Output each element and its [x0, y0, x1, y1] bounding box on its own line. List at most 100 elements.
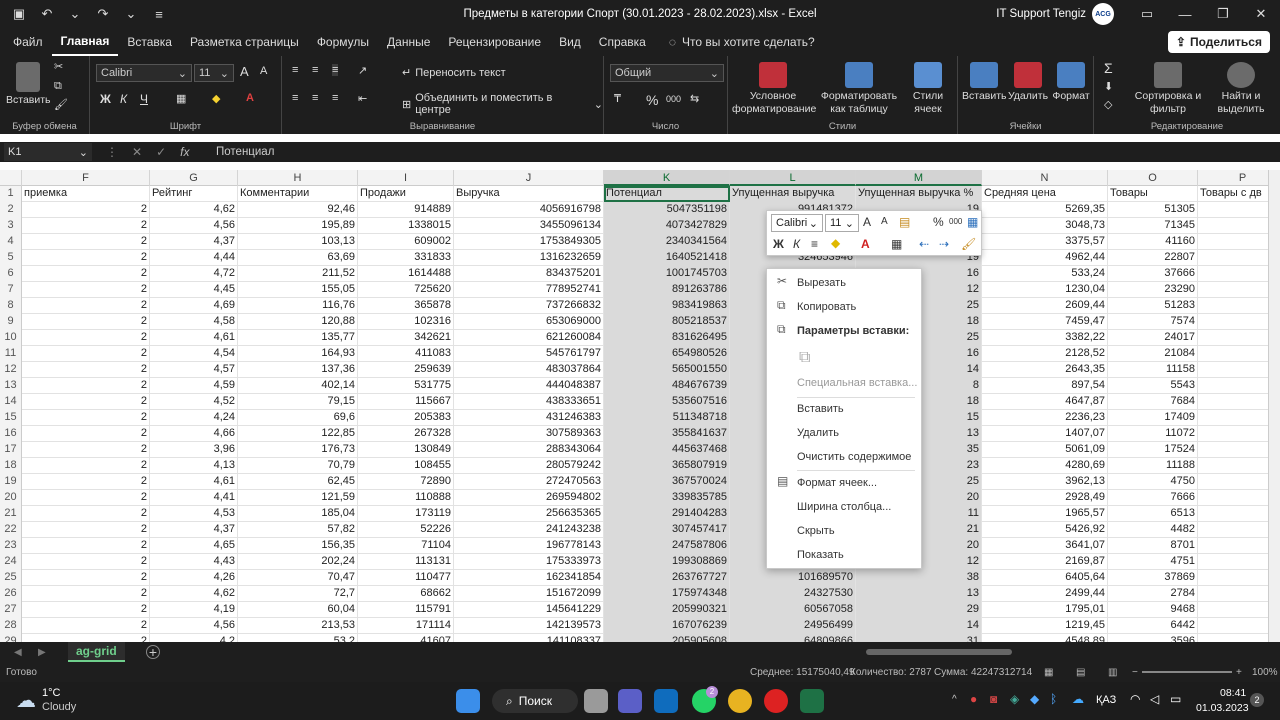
table-cell[interactable]: 13 — [856, 586, 982, 602]
table-cell[interactable]: 4,66 — [150, 426, 238, 442]
table-cell[interactable]: 4,61 — [150, 330, 238, 346]
table-cell[interactable]: 51305 — [1108, 202, 1198, 218]
table-cell[interactable]: 38 — [856, 570, 982, 586]
table-cell[interactable]: 256635365 — [454, 506, 604, 522]
table-cell[interactable]: 2 — [22, 634, 150, 642]
table-cell[interactable]: 4647,87 — [982, 394, 1108, 410]
table-cell[interactable]: 2 — [22, 346, 150, 362]
merge-center-button[interactable]: ⊞ Объединить и поместить в центре ⌄ — [402, 92, 603, 116]
tell-me-input[interactable]: Что вы хотите сделать? — [682, 35, 815, 49]
table-cell[interactable]: 52226 — [358, 522, 454, 538]
table-cell[interactable]: 4280,69 — [982, 458, 1108, 474]
table-cell[interactable]: 2 — [22, 202, 150, 218]
table-cell[interactable]: 4,37 — [150, 522, 238, 538]
row-header[interactable]: 29 — [0, 634, 22, 642]
table-cell[interactable]: 3596 — [1108, 634, 1198, 642]
row-header[interactable]: 17 — [0, 442, 22, 458]
table-cell[interactable]: 113131 — [358, 554, 454, 570]
currency-icon[interactable]: ₸ — [614, 92, 621, 105]
table-cell[interactable]: 725620 — [358, 282, 454, 298]
table-cell[interactable]: 63,69 — [238, 250, 358, 266]
table-cell[interactable]: 259639 — [358, 362, 454, 378]
table-cell[interactable]: 891263786 — [604, 282, 730, 298]
sheet-tab[interactable]: ag-grid — [68, 642, 125, 662]
table-cell[interactable]: 339835785 — [604, 490, 730, 506]
table-cell[interactable]: 2 — [22, 378, 150, 394]
table-cell[interactable]: 162341854 — [454, 570, 604, 586]
minimize-button[interactable]: — — [1166, 0, 1204, 28]
table-cell[interactable]: 79,15 — [238, 394, 358, 410]
avatar[interactable]: ACG — [1092, 3, 1114, 25]
table-cell[interactable]: 247587806 — [604, 538, 730, 554]
bluetooth-icon[interactable]: ᛒ — [1050, 692, 1057, 706]
start-icon[interactable] — [456, 689, 480, 713]
table-cell[interactable]: 196778143 — [454, 538, 604, 554]
row-header[interactable]: 27 — [0, 602, 22, 618]
table-cell[interactable]: 4,19 — [150, 602, 238, 618]
table-cell[interactable]: 1230,04 — [982, 282, 1108, 298]
save-icon[interactable]: ▣ — [8, 4, 30, 24]
table-cell[interactable]: 53,2 — [238, 634, 358, 642]
page-break-icon[interactable]: ▥ — [1108, 667, 1117, 678]
table-cell[interactable]: 11158 — [1108, 362, 1198, 378]
table-cell[interactable]: 4962,44 — [982, 250, 1108, 266]
table-cell[interactable]: 535607516 — [604, 394, 730, 410]
format-painter-icon[interactable]: 🖌 — [54, 98, 68, 111]
table-cell[interactable]: 4056916798 — [454, 202, 604, 218]
menu-item-column-width[interactable]: Ширина столбца... — [797, 497, 891, 517]
fill-color-icon[interactable]: ◆ — [212, 92, 220, 105]
row-header[interactable]: 14 — [0, 394, 22, 410]
table-cell[interactable]: 2169,87 — [982, 554, 1108, 570]
table-cell[interactable]: 5543 — [1108, 378, 1198, 394]
table-cell[interactable]: 2 — [22, 266, 150, 282]
tab-page-layout[interactable]: Разметка страницы — [181, 28, 308, 56]
zoom-level[interactable]: 100% — [1252, 667, 1278, 678]
table-cell[interactable]: 5047351198 — [604, 202, 730, 218]
undo-dropdown-icon[interactable]: ⌄ — [64, 4, 86, 24]
tray-chevron-icon[interactable]: ^ — [952, 694, 957, 705]
column-title[interactable]: Рейтинг — [150, 186, 238, 202]
table-cell[interactable]: 342621 — [358, 330, 454, 346]
table-cell[interactable]: 2 — [22, 218, 150, 234]
table-cell[interactable]: 8701 — [1108, 538, 1198, 554]
row-header[interactable]: 25 — [0, 570, 22, 586]
table-cell[interactable]: 4,72 — [150, 266, 238, 282]
table-cell[interactable]: 2 — [22, 234, 150, 250]
column-title[interactable]: Продажи — [358, 186, 454, 202]
percent-icon[interactable]: % — [933, 215, 944, 229]
menu-item-delete[interactable]: Удалить — [797, 423, 839, 443]
table-cell[interactable]: 57,82 — [238, 522, 358, 538]
table-cell[interactable]: 11188 — [1108, 458, 1198, 474]
borders-icon[interactable]: ▦ — [176, 92, 186, 105]
table-cell[interactable]: 4548,89 — [982, 634, 1108, 642]
table-cell[interactable]: 60567058 — [730, 602, 856, 618]
normal-view-icon[interactable]: ▦ — [1044, 667, 1053, 678]
table-cell[interactable]: 2928,49 — [982, 490, 1108, 506]
font-color-icon[interactable]: A — [861, 237, 870, 251]
table-cell[interactable]: 142139573 — [454, 618, 604, 634]
clock-time[interactable]: 08:41 — [1220, 687, 1246, 699]
row-header[interactable]: 8 — [0, 298, 22, 314]
tray-app-icon[interactable]: ◙ — [990, 692, 997, 706]
table-cell[interactable]: 1219,45 — [982, 618, 1108, 634]
align-right-icon[interactable]: ≡ — [332, 92, 338, 104]
thousands-icon[interactable]: 000 — [949, 217, 962, 226]
table-cell[interactable]: 365878 — [358, 298, 454, 314]
fill-icon[interactable]: ⬇ — [1104, 80, 1113, 93]
font-color-icon[interactable]: A — [246, 92, 254, 104]
chrome-icon[interactable] — [728, 689, 752, 713]
table-cell[interactable]: 1640521418 — [604, 250, 730, 266]
table-cell[interactable]: 71345 — [1108, 218, 1198, 234]
align-center-icon[interactable]: ≡ — [811, 237, 818, 251]
row-header[interactable]: 2 — [0, 202, 22, 218]
table-cell[interactable]: 4,58 — [150, 314, 238, 330]
table-cell[interactable]: 195,89 — [238, 218, 358, 234]
column-title[interactable]: Комментарии — [238, 186, 358, 202]
row-header[interactable]: 19 — [0, 474, 22, 490]
table-cell[interactable]: 5061,09 — [982, 442, 1108, 458]
table-cell[interactable]: 280579242 — [454, 458, 604, 474]
table-cell[interactable]: 110888 — [358, 490, 454, 506]
redo-dropdown-icon[interactable]: ⌄ — [120, 4, 142, 24]
horizontal-scrollbar[interactable] — [866, 649, 1012, 655]
table-cell[interactable]: 2 — [22, 490, 150, 506]
